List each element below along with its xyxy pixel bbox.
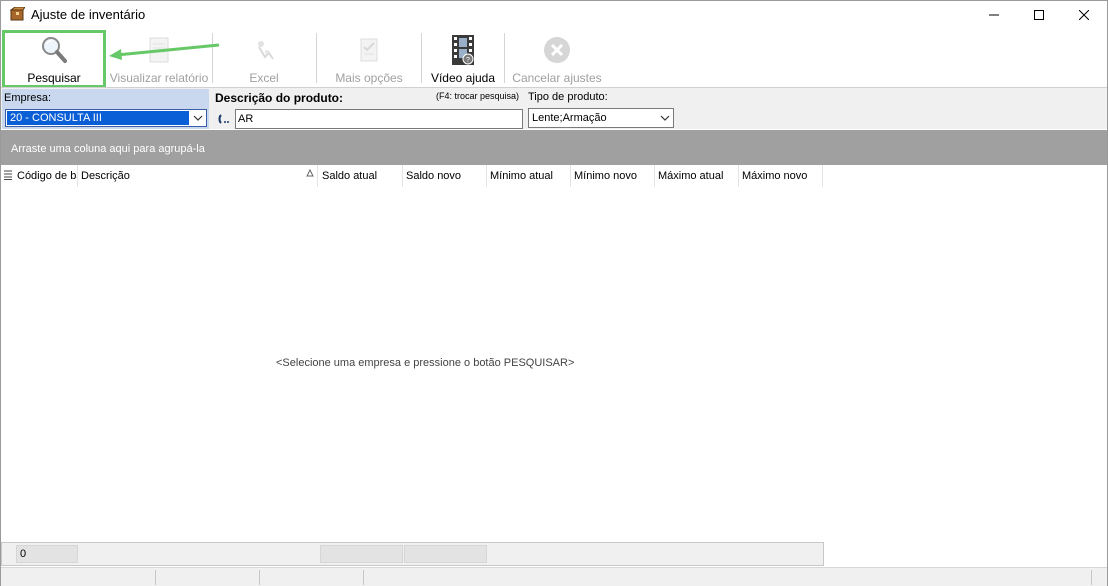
descricao-label: Descrição do produto: <box>215 91 344 105</box>
inventory-adjust-window: Ajuste de inventário Pesquisar Visualiza… <box>0 0 1108 586</box>
more-options-icon <box>360 38 378 62</box>
empresa-label: Empresa: <box>4 92 52 104</box>
minimize-icon <box>989 14 999 16</box>
pesquisar-highlight <box>2 30 106 88</box>
grid-summary-footer: 0 <box>1 542 824 566</box>
close-icon <box>1079 10 1089 20</box>
status-divider <box>363 570 364 585</box>
col-maximo-atual[interactable]: Máximo atual <box>655 165 739 187</box>
toolbar: Pesquisar Visualizar relatório Excel Mai… <box>1 29 1107 88</box>
phone-search-icon[interactable] <box>217 112 233 126</box>
tipo-select[interactable]: Lente;Armação <box>528 108 674 128</box>
maximize-button[interactable] <box>1016 1 1062 29</box>
minimize-button[interactable] <box>971 1 1017 29</box>
column-chooser-icon[interactable] <box>4 170 12 180</box>
excel-icon <box>258 41 274 60</box>
status-divider <box>155 570 156 585</box>
col-maximo-novo[interactable]: Máximo novo <box>739 165 823 187</box>
pointer-arrow-icon <box>109 43 220 60</box>
grid-header: Código de ba Descrição Saldo atual Saldo… <box>1 165 1107 187</box>
group-hint: Arraste uma coluna aqui para agrupá-la <box>11 143 205 155</box>
video-ajuda-label: Vídeo ajuda <box>430 71 496 85</box>
toolbar-separator <box>316 33 317 83</box>
title-bar: Ajuste de inventário <box>1 1 1107 29</box>
inventory-grid[interactable]: Código de ba Descrição Saldo atual Saldo… <box>1 165 1107 543</box>
sort-ascending-icon <box>306 169 314 177</box>
tipo-label: Tipo de produto: <box>528 91 608 103</box>
box-app-icon <box>10 7 25 21</box>
chevron-down-icon[interactable] <box>190 110 206 126</box>
col-minimo-atual[interactable]: Mínimo atual <box>487 165 571 187</box>
col-descricao[interactable]: Descrição <box>78 165 318 187</box>
visualizar-relatorio-label: Visualizar relatório <box>109 71 209 85</box>
window-title: Ajuste de inventário <box>31 7 146 22</box>
status-divider <box>1091 570 1092 585</box>
mais-opcoes-label: Mais opções <box>335 71 403 85</box>
status-divider <box>259 570 260 585</box>
excel-button[interactable]: Excel <box>215 31 313 87</box>
saldo-atual-total <box>320 545 403 563</box>
status-bar <box>1 567 1107 586</box>
close-button[interactable] <box>1061 1 1107 29</box>
toolbar-separator <box>504 33 505 83</box>
cancel-icon <box>544 37 570 63</box>
cancelar-ajustes-label: Cancelar ajustes <box>512 71 602 85</box>
saldo-novo-total <box>404 545 487 563</box>
chevron-down-icon[interactable] <box>657 110 673 126</box>
col-minimo-novo[interactable]: Mínimo novo <box>571 165 655 187</box>
tipo-value: Lente;Armação <box>532 112 607 124</box>
f4-hint: (F4: trocar pesquisa) <box>436 91 520 101</box>
col-saldo-novo[interactable]: Saldo novo <box>403 165 487 187</box>
col-codigo[interactable]: Código de ba <box>14 165 78 187</box>
empresa-select[interactable]: 20 - CONSULTA III <box>5 109 207 127</box>
film-icon: ? <box>452 35 474 65</box>
excel-label: Excel <box>249 71 279 85</box>
video-ajuda-button[interactable]: ? Vídeo ajuda <box>424 31 502 87</box>
mais-opcoes-button[interactable]: Mais opções <box>319 31 419 87</box>
filter-bar: Empresa: 20 - CONSULTA III Descrição do … <box>1 87 1107 129</box>
svg-text:?: ? <box>466 57 470 64</box>
empty-grid-message: <Selecione uma empresa e pressione o bot… <box>276 357 575 369</box>
maximize-icon <box>1034 10 1044 20</box>
toolbar-separator <box>421 33 422 83</box>
col-saldo-atual[interactable]: Saldo atual <box>319 165 403 187</box>
group-by-area[interactable]: Arraste uma coluna aqui para agrupá-la <box>1 130 1107 165</box>
descricao-input[interactable]: AR <box>235 109 523 129</box>
row-count: 0 <box>16 545 78 563</box>
cancelar-ajustes-button[interactable]: Cancelar ajustes <box>507 31 607 87</box>
empresa-value: 20 - CONSULTA III <box>7 111 189 125</box>
